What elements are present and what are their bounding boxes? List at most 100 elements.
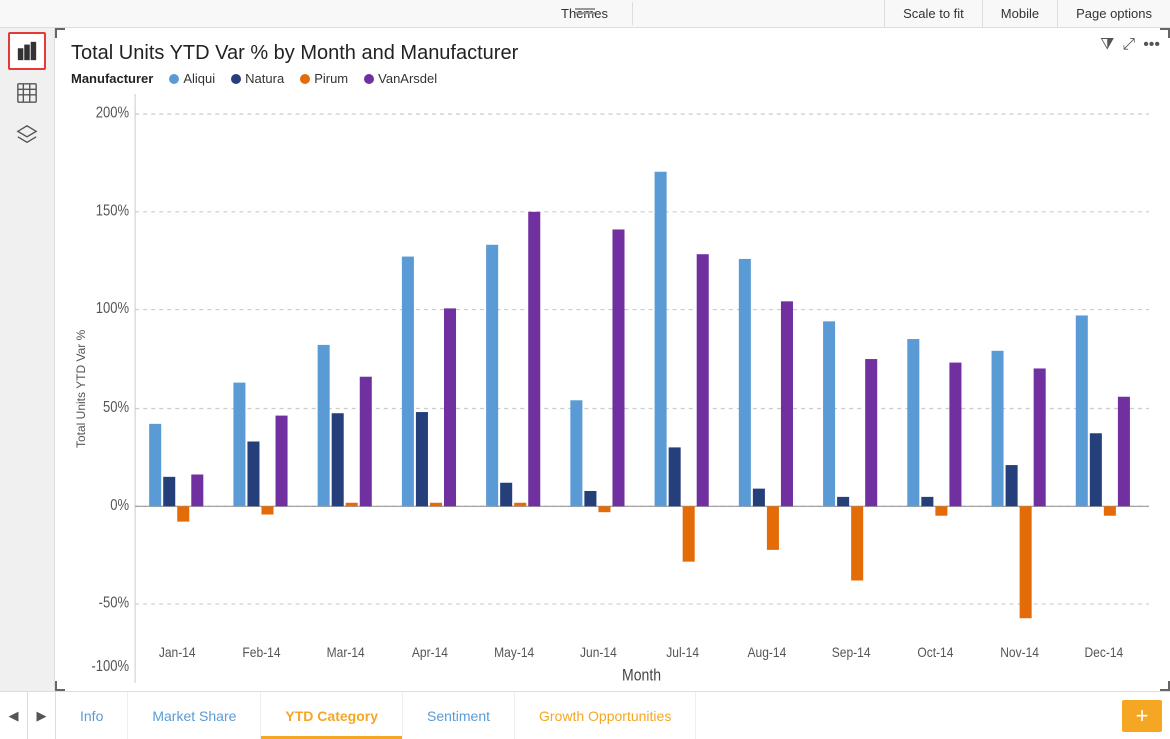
bar-nov-pirum	[1020, 506, 1032, 618]
sidebar-layers[interactable]	[8, 116, 46, 154]
x-label-aug: Aug-14	[748, 644, 787, 660]
nav-next[interactable]: ▶	[28, 692, 56, 739]
bar-feb-vanarsdel	[276, 416, 288, 507]
bar-may-vanarsdel	[528, 212, 540, 507]
bar-aug-vanarsdel	[781, 301, 793, 506]
sidebar-bar-chart[interactable]	[8, 32, 46, 70]
bar-apr-pirum	[430, 503, 442, 507]
bar-may-aliqui	[486, 245, 498, 507]
legend-text-natura: Natura	[245, 71, 284, 86]
more-icon[interactable]: •••	[1143, 36, 1160, 54]
bar-nov-natura	[1006, 465, 1018, 506]
legend-dot-pirum	[300, 74, 310, 84]
bar-jun-aliqui	[570, 400, 582, 506]
bar-sep-pirum	[851, 506, 863, 580]
bar-feb-natura	[247, 442, 259, 507]
legend: Manufacturer Aliqui Natura Pirum VanArsd…	[71, 71, 1154, 86]
tab-sentiment[interactable]: Sentiment	[403, 692, 515, 739]
scale-to-fit-button[interactable]: Scale to fit	[884, 0, 982, 27]
bar-nov-vanarsdel	[1034, 368, 1046, 506]
y-axis-label: Total Units YTD Var %	[71, 94, 91, 683]
corner-bl	[55, 681, 65, 691]
sidebar-table[interactable]	[8, 74, 46, 112]
chart-toolbar: ⧩ ⤢ •••	[1100, 36, 1160, 54]
corner-br	[1160, 681, 1170, 691]
x-label-feb: Feb-14	[242, 644, 280, 660]
top-bar-right: Scale to fit Mobile Page options	[884, 0, 1170, 27]
bar-jun-pirum	[598, 506, 610, 512]
legend-dot-natura	[231, 74, 241, 84]
sidebar	[0, 28, 55, 691]
legend-dot-aliqui	[169, 74, 179, 84]
bar-sep-natura	[837, 497, 849, 506]
corner-tl	[55, 28, 65, 38]
tab-growth-opportunities[interactable]: Growth Opportunities	[515, 692, 696, 739]
bar-jul-natura	[669, 447, 681, 506]
y-label-0: 0%	[110, 497, 129, 514]
tab-market-share[interactable]: Market Share	[128, 692, 261, 739]
chart-svg: 200% 150% 100% 50% 0% -50% -100%	[91, 94, 1154, 683]
bar-feb-pirum	[261, 506, 273, 514]
x-label-apr: Apr-14	[412, 644, 448, 660]
y-label-100: 100%	[96, 300, 130, 317]
x-label-jun: Jun-14	[580, 644, 617, 660]
x-label-nov: Nov-14	[1000, 644, 1039, 660]
corner-tr	[1160, 28, 1170, 38]
x-label-jul: Jul-14	[666, 644, 699, 660]
chart-title: Total Units YTD Var % by Month and Manuf…	[71, 42, 1154, 65]
x-label-mar: Mar-14	[327, 644, 365, 660]
bar-jan-vanarsdel	[191, 474, 203, 506]
bar-dec-pirum	[1104, 506, 1116, 515]
drag-handle[interactable]	[575, 8, 595, 14]
bar-oct-natura	[921, 497, 933, 506]
bar-dec-vanarsdel	[1118, 397, 1130, 507]
y-label-minus50: -50%	[99, 595, 130, 612]
bar-jul-pirum	[683, 506, 695, 561]
tab-ytd-category[interactable]: YTD Category	[261, 692, 403, 739]
bar-sep-vanarsdel	[865, 359, 877, 506]
x-axis-title: Month	[622, 667, 661, 683]
mobile-button[interactable]: Mobile	[982, 0, 1057, 27]
bar-oct-pirum	[935, 506, 947, 515]
main-layout: ⧩ ⤢ ••• Total Units YTD Var % by Month a…	[0, 28, 1170, 691]
bar-jun-vanarsdel	[612, 229, 624, 506]
bar-aug-natura	[753, 489, 765, 507]
bar-apr-aliqui	[402, 257, 414, 507]
bar-jul-aliqui	[655, 172, 667, 507]
legend-natura: Natura	[231, 71, 284, 86]
legend-pirum: Pirum	[300, 71, 348, 86]
expand-icon[interactable]: ⤢	[1122, 36, 1135, 54]
bar-feb-aliqui	[233, 383, 245, 507]
top-bar: Themes Scale to fit Mobile Page options	[0, 0, 1170, 28]
bar-sep-aliqui	[823, 321, 835, 506]
nav-prev[interactable]: ◀	[0, 692, 28, 739]
bar-jun-natura	[584, 491, 596, 506]
legend-text-vanarsdel: VanArsdel	[378, 71, 437, 86]
y-label-200: 200%	[96, 105, 130, 122]
chart-container: Total Units YTD Var % 200% 150%	[71, 94, 1154, 683]
bar-oct-vanarsdel	[949, 363, 961, 507]
page-options-button[interactable]: Page options	[1057, 0, 1170, 27]
x-label-may: May-14	[494, 644, 534, 660]
legend-text-pirum: Pirum	[314, 71, 348, 86]
tab-info[interactable]: Info	[56, 692, 128, 739]
bar-may-natura	[500, 483, 512, 507]
x-label-dec: Dec-14	[1084, 644, 1123, 660]
add-tab-button[interactable]: +	[1122, 700, 1162, 732]
legend-aliqui: Aliqui	[169, 71, 215, 86]
bar-jul-vanarsdel	[697, 254, 709, 506]
bar-apr-natura	[416, 412, 428, 506]
legend-vanarsdel: VanArsdel	[364, 71, 437, 86]
x-label-oct: Oct-14	[917, 644, 953, 660]
bar-jan-natura	[163, 477, 175, 506]
y-label-150: 150%	[96, 202, 130, 219]
bar-dec-natura	[1090, 433, 1102, 506]
bar-apr-vanarsdel	[444, 308, 456, 506]
filter-icon[interactable]: ⧩	[1100, 36, 1114, 54]
bar-aug-pirum	[767, 506, 779, 550]
y-label-50: 50%	[103, 399, 129, 416]
bar-mar-vanarsdel	[360, 377, 372, 507]
bar-oct-aliqui	[907, 339, 919, 506]
bar-jan-pirum	[177, 506, 189, 521]
x-label-jan: Jan-14	[159, 644, 196, 660]
